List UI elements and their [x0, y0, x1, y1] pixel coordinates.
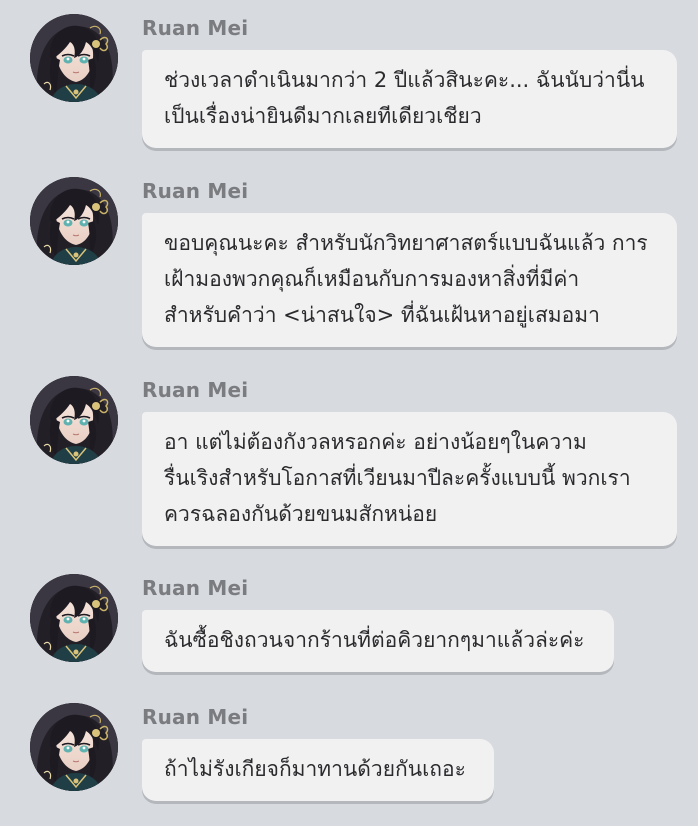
- speaker-avatar: [30, 14, 118, 102]
- speaker-name: Ruan Mei: [142, 179, 249, 203]
- message-bubble: ขอบคุณนะคะ สำหรับนักวิทยาศาสตร์แบบฉันแล้…: [142, 213, 677, 347]
- character-portrait-icon: [30, 14, 118, 102]
- character-portrait-icon: [30, 376, 118, 464]
- message-line: ช่วงเวลาดำเนินมากว่า 2 ปีแล้วสินะคะ... ฉ…: [164, 68, 645, 92]
- message-line: ขอบคุณนะคะ สำหรับนักวิทยาศาสตร์แบบฉันแล้…: [164, 231, 648, 255]
- message-line: ฉันซื้อชิงถวนจากร้านที่ต่อคิวยากๆมาแล้วล…: [164, 628, 585, 652]
- speaker-name: Ruan Mei: [142, 16, 249, 40]
- message-line: อา แต่ไม่ต้องกังวลหรอกค่ะ อย่างน้อยๆในคว…: [164, 430, 587, 454]
- message-bubble: ฉันซื้อชิงถวนจากร้านที่ต่อคิวยากๆมาแล้วล…: [142, 610, 614, 672]
- speaker-avatar: [30, 703, 118, 791]
- message-line: สำหรับคำว่า <น่าสนใจ> ที่ฉันเฝ้นหาอยู่เส…: [164, 303, 600, 327]
- speaker-name: Ruan Mei: [142, 705, 249, 729]
- message-line: ควรฉลองกันด้วยขนมสักหน่อย: [164, 502, 438, 526]
- speaker-avatar: [30, 376, 118, 464]
- character-portrait-icon: [30, 703, 118, 791]
- message-bubble: อา แต่ไม่ต้องกังวลหรอกค่ะ อย่างน้อยๆในคว…: [142, 412, 677, 546]
- message-line: เป็นเรื่องน่ายินดีมากเลยทีเดียวเชียว: [164, 104, 482, 128]
- message-line: ถ้าไม่รังเกียจก็มาทานด้วยกันเถอะ: [164, 757, 466, 781]
- speaker-avatar: [30, 177, 118, 265]
- character-portrait-icon: [30, 574, 118, 662]
- chat-log: Ruan Mei ช่วงเวลาดำเนินมากว่า 2 ปีแล้วสิ…: [0, 0, 698, 826]
- speaker-name: Ruan Mei: [142, 378, 249, 402]
- speaker-avatar: [30, 574, 118, 662]
- message-line: เฝ้ามองพวกคุณก็เหมือนกับการมองหาสิ่งที่ม…: [164, 267, 580, 291]
- message-bubble: ถ้าไม่รังเกียจก็มาทานด้วยกันเถอะ: [142, 739, 494, 801]
- speaker-name: Ruan Mei: [142, 576, 249, 600]
- message-line: รื่นเริงสำหรับโอกาสที่เวียนมาปีละครั้งแบ…: [164, 466, 631, 490]
- message-bubble: ช่วงเวลาดำเนินมากว่า 2 ปีแล้วสินะคะ... ฉ…: [142, 50, 677, 148]
- character-portrait-icon: [30, 177, 118, 265]
